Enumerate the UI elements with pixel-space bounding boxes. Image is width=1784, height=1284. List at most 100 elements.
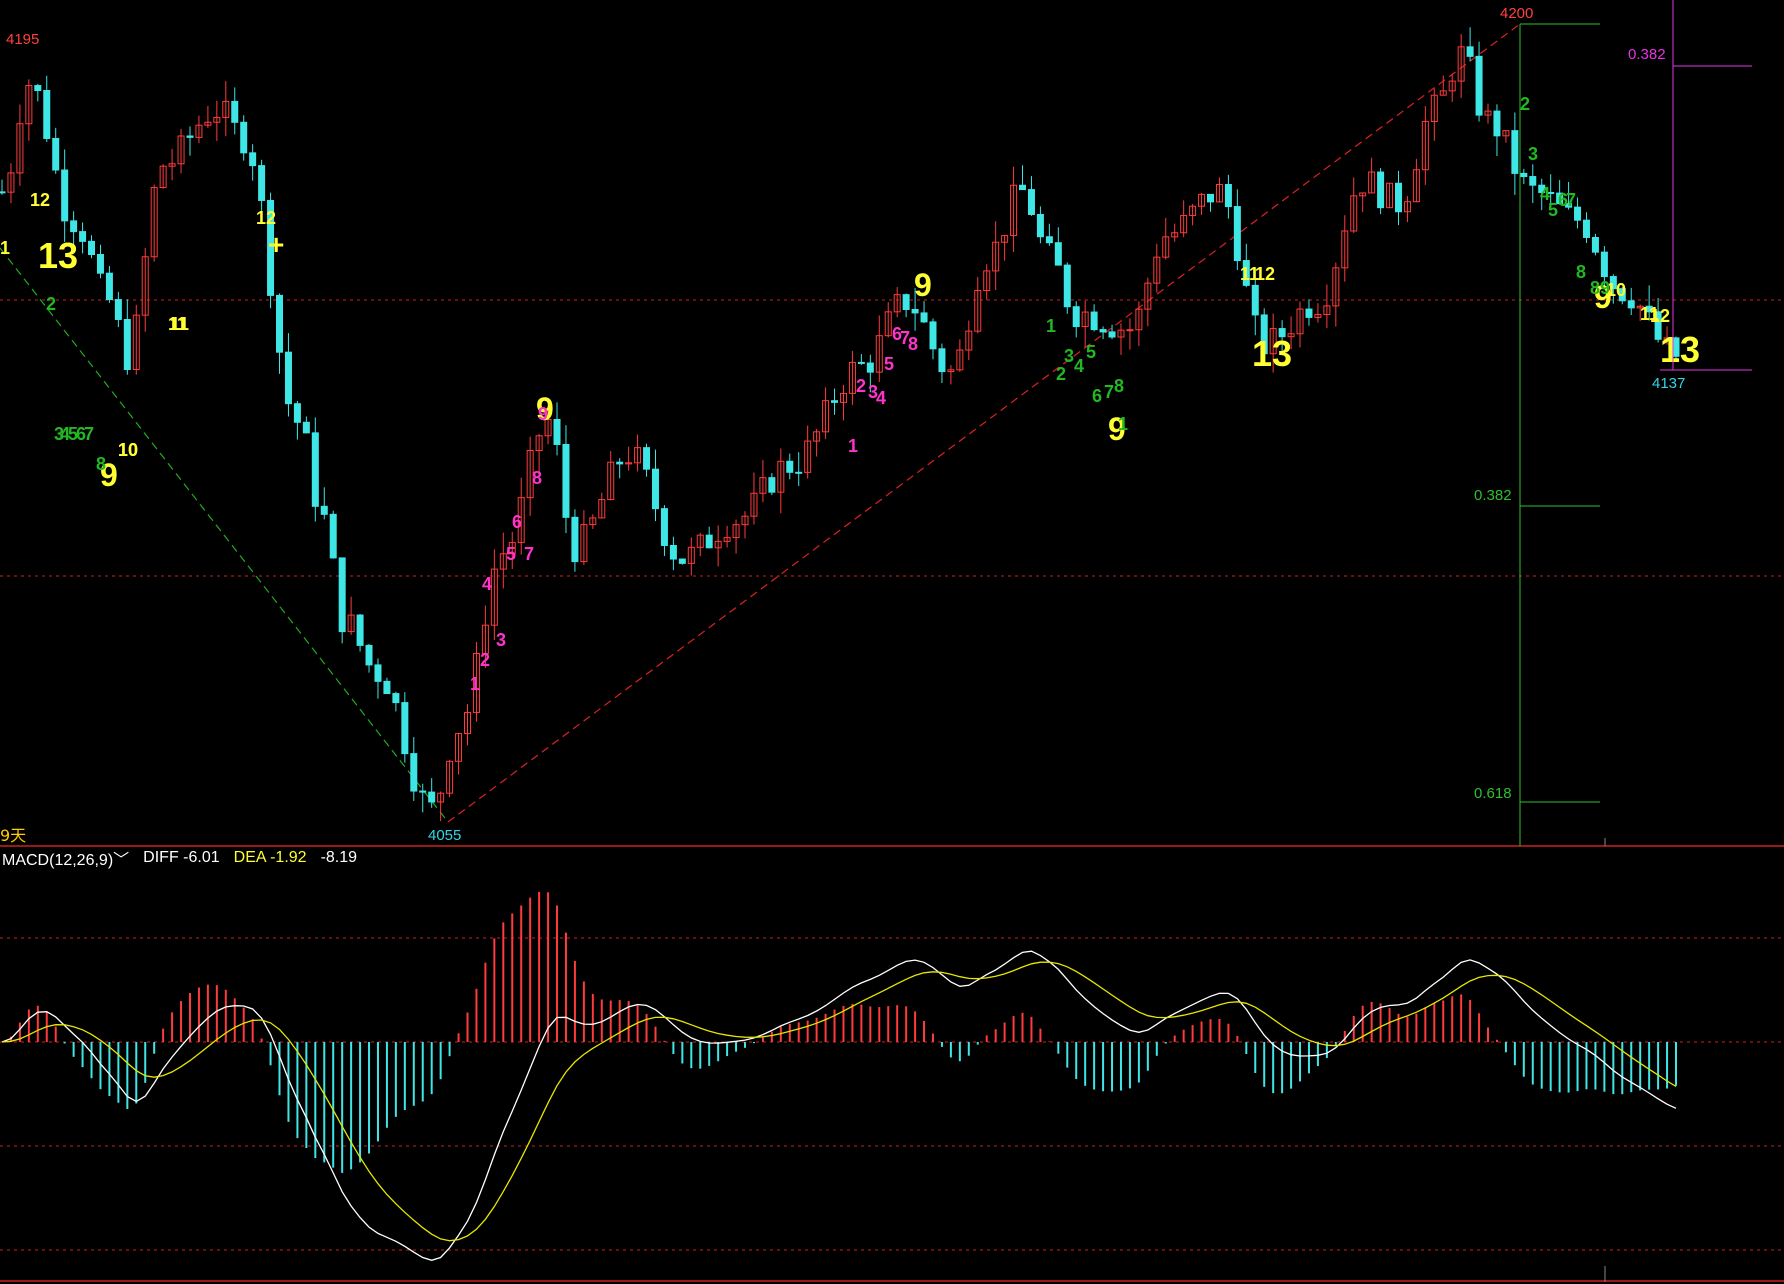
candle xyxy=(1529,164,1537,203)
candle xyxy=(875,315,883,382)
candle xyxy=(240,115,248,161)
candle xyxy=(1591,233,1599,256)
candle xyxy=(804,425,812,479)
td-count-yellow: 9 xyxy=(914,267,932,303)
candle xyxy=(338,557,346,644)
candle-body xyxy=(96,254,104,274)
candle xyxy=(1403,196,1411,223)
candle xyxy=(643,443,651,477)
candle xyxy=(1001,235,1009,261)
candle-body xyxy=(1090,311,1098,331)
td-count-green: 2 xyxy=(46,294,56,314)
candle xyxy=(839,384,847,421)
candle xyxy=(383,677,391,695)
candlestick-series xyxy=(0,27,1680,822)
candle xyxy=(929,318,937,360)
td-count-green: 1 xyxy=(1118,414,1128,434)
candle xyxy=(1332,262,1340,327)
candle-body xyxy=(329,513,337,559)
candle xyxy=(1207,193,1215,212)
td-count-magenta: 8 xyxy=(532,468,542,488)
candle-body xyxy=(338,557,346,633)
candle xyxy=(651,449,659,522)
candle xyxy=(1421,106,1429,185)
candle xyxy=(419,783,427,813)
candle xyxy=(446,759,454,798)
candle xyxy=(1323,284,1331,329)
candle-body xyxy=(293,403,301,423)
candle xyxy=(759,460,767,503)
fib-mid-label: 0.382 xyxy=(1474,487,1512,504)
candle-body xyxy=(114,299,122,320)
candle xyxy=(813,428,821,457)
td-count-green: 2 xyxy=(1056,364,1066,384)
candle-body xyxy=(660,508,668,546)
candle-body xyxy=(1108,331,1116,338)
td-count-magenta: 5 xyxy=(884,354,894,374)
candle-body xyxy=(43,90,51,139)
macd-dea-value: DEA -1.92 xyxy=(233,849,307,866)
chevron-down-icon: ﹀ xyxy=(113,852,130,869)
candle xyxy=(1359,192,1367,213)
candle-body xyxy=(401,702,409,755)
candle-body xyxy=(651,468,659,510)
candle xyxy=(669,536,677,571)
candle xyxy=(1394,170,1402,226)
td-count-green: 7 xyxy=(1104,382,1114,402)
candle xyxy=(732,519,740,554)
candle-body xyxy=(1582,219,1590,238)
fib-low-label: 0.618 xyxy=(1474,785,1512,802)
candle xyxy=(1296,301,1304,348)
candle xyxy=(625,446,633,471)
candle xyxy=(213,100,221,141)
candle-body xyxy=(410,753,418,792)
candle xyxy=(1063,262,1071,314)
candle xyxy=(141,247,149,332)
candle xyxy=(956,339,964,372)
candle xyxy=(1054,227,1062,266)
candle xyxy=(884,302,892,338)
candle xyxy=(311,417,319,522)
candle-body xyxy=(123,318,131,371)
candle xyxy=(1045,223,1053,246)
macd-diff-line xyxy=(1,950,1677,1261)
candle xyxy=(893,287,901,318)
candle xyxy=(1224,174,1232,219)
td-count-green: 7 xyxy=(1566,190,1576,210)
candle xyxy=(320,487,328,520)
candle xyxy=(938,343,946,383)
candle xyxy=(392,691,400,712)
candle-body xyxy=(105,272,113,301)
candle xyxy=(1117,323,1125,355)
candle xyxy=(401,692,409,763)
td-count-yellow: + xyxy=(268,229,284,260)
candle-body xyxy=(365,644,373,666)
candle xyxy=(786,453,794,480)
candle-body xyxy=(70,220,78,233)
candle-body xyxy=(1224,183,1232,208)
fib-top-label: 0.382 xyxy=(1628,46,1666,63)
td-count-yellow: 12 xyxy=(256,208,276,228)
chart-canvas[interactable]: 12139101112+1199911121391011121311023456… xyxy=(0,0,1784,1284)
macd-title-dropdown[interactable]: MACD(12,26,9)﹀ xyxy=(2,846,129,870)
candle xyxy=(589,514,597,529)
candle xyxy=(302,416,310,434)
peak-price-label: 4200 xyxy=(1500,5,1533,22)
candle xyxy=(616,458,624,479)
candle xyxy=(34,83,42,102)
td-count-yellow: 12 xyxy=(1255,264,1275,284)
candle xyxy=(1341,215,1349,282)
candle xyxy=(1036,206,1044,244)
candle-body xyxy=(383,680,391,695)
candle xyxy=(293,400,301,440)
candle xyxy=(1090,304,1098,332)
td-count-magenta: 7 xyxy=(524,544,534,564)
candle-body xyxy=(374,664,382,682)
period-label: 9天 xyxy=(0,826,27,845)
candle xyxy=(562,425,570,534)
candle-body xyxy=(284,351,292,405)
candle xyxy=(96,244,104,279)
macd-diff-value: DIFF -6.01 xyxy=(143,849,220,866)
low-price-label: 4055 xyxy=(428,827,461,844)
candle-body xyxy=(705,534,713,549)
